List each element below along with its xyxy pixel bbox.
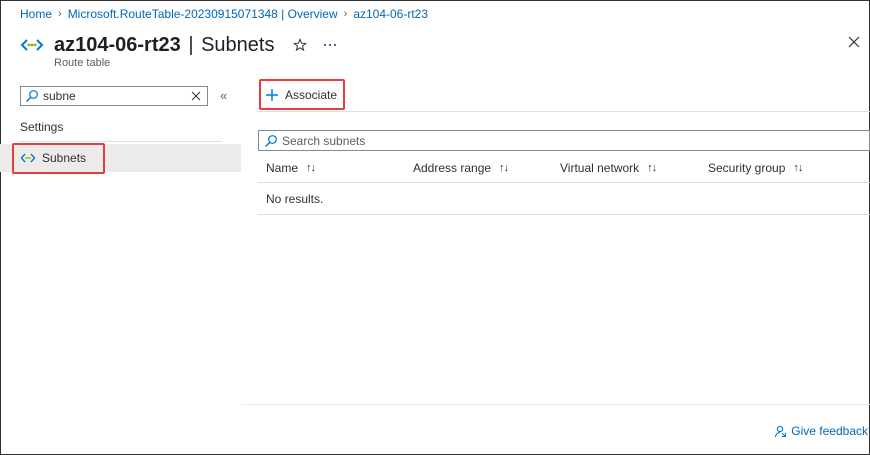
column-label: Name: [266, 160, 299, 175]
breadcrumb: Home › Microsoft.RouteTable-202309150713…: [20, 6, 428, 22]
close-icon[interactable]: [846, 34, 862, 50]
footer-divider: [241, 404, 870, 405]
subnet-search-box[interactable]: [258, 130, 870, 151]
sort-icon: ↑↓: [499, 161, 509, 174]
menu-search-box[interactable]: [20, 86, 208, 106]
star-icon[interactable]: [292, 37, 308, 53]
route-table-icon: [20, 39, 44, 51]
sort-icon: ↑↓: [306, 161, 316, 174]
column-label: Address range: [413, 160, 492, 175]
feedback-label: Give feedback: [791, 424, 868, 438]
breadcrumb-route-table-overview[interactable]: Microsoft.RouteTable-20230915071348 | Ov…: [68, 7, 338, 21]
sort-icon: ↑↓: [793, 161, 803, 174]
column-header-virtual-network[interactable]: Virtual network ↑↓: [560, 152, 657, 183]
title-separator: |: [188, 33, 194, 56]
resource-menu: « Settings Subnets: [0, 78, 242, 408]
column-label: Virtual network: [560, 160, 640, 175]
column-header-security-group[interactable]: Security group ↑↓: [708, 152, 803, 183]
subnet-search-input[interactable]: [282, 133, 782, 148]
breadcrumb-chevron-icon: ›: [58, 8, 62, 20]
route-table-icon: [20, 153, 36, 163]
give-feedback-link[interactable]: Give feedback: [773, 424, 868, 438]
sort-icon: ↑↓: [647, 161, 657, 174]
resource-name: az104-06-rt23: [54, 33, 181, 56]
associate-label: Associate: [285, 88, 338, 102]
no-results-text: No results.: [266, 191, 324, 206]
menu-section-settings: Settings: [20, 120, 64, 134]
collapse-menu-icon[interactable]: «: [220, 89, 232, 103]
breadcrumb-home[interactable]: Home: [20, 7, 52, 21]
feedback-icon: [775, 425, 787, 438]
toolbar-divider: [258, 111, 870, 112]
menu-item-label: Subnets: [42, 151, 87, 165]
column-header-name[interactable]: Name ↑↓: [266, 152, 316, 183]
blade-name: Subnets: [201, 33, 275, 56]
column-header-address-range[interactable]: Address range ↑↓: [413, 152, 509, 183]
plus-icon: [266, 89, 278, 101]
more-icon[interactable]: [322, 37, 338, 53]
grid-header: Name ↑↓ Address range ↑↓ Virtual network…: [258, 152, 870, 183]
page-header: az104-06-rt23 | Subnets: [20, 30, 338, 60]
search-icon: [26, 90, 38, 102]
menu-search-input[interactable]: [43, 89, 193, 103]
clear-icon[interactable]: [190, 90, 202, 102]
menu-item-subnets[interactable]: Subnets: [0, 144, 241, 172]
command-bar: Associate: [260, 80, 343, 110]
breadcrumb-current-resource[interactable]: az104-06-rt23: [353, 7, 428, 21]
search-icon: [265, 134, 277, 147]
column-label: Security group: [708, 160, 786, 175]
empty-results-row: No results.: [258, 183, 870, 215]
section-divider: [20, 141, 222, 142]
breadcrumb-chevron-icon: ›: [343, 8, 348, 20]
associate-button[interactable]: Associate: [260, 81, 343, 109]
page-title: az104-06-rt23 | Subnets: [54, 34, 274, 57]
resource-type-label: Route table: [54, 57, 111, 69]
